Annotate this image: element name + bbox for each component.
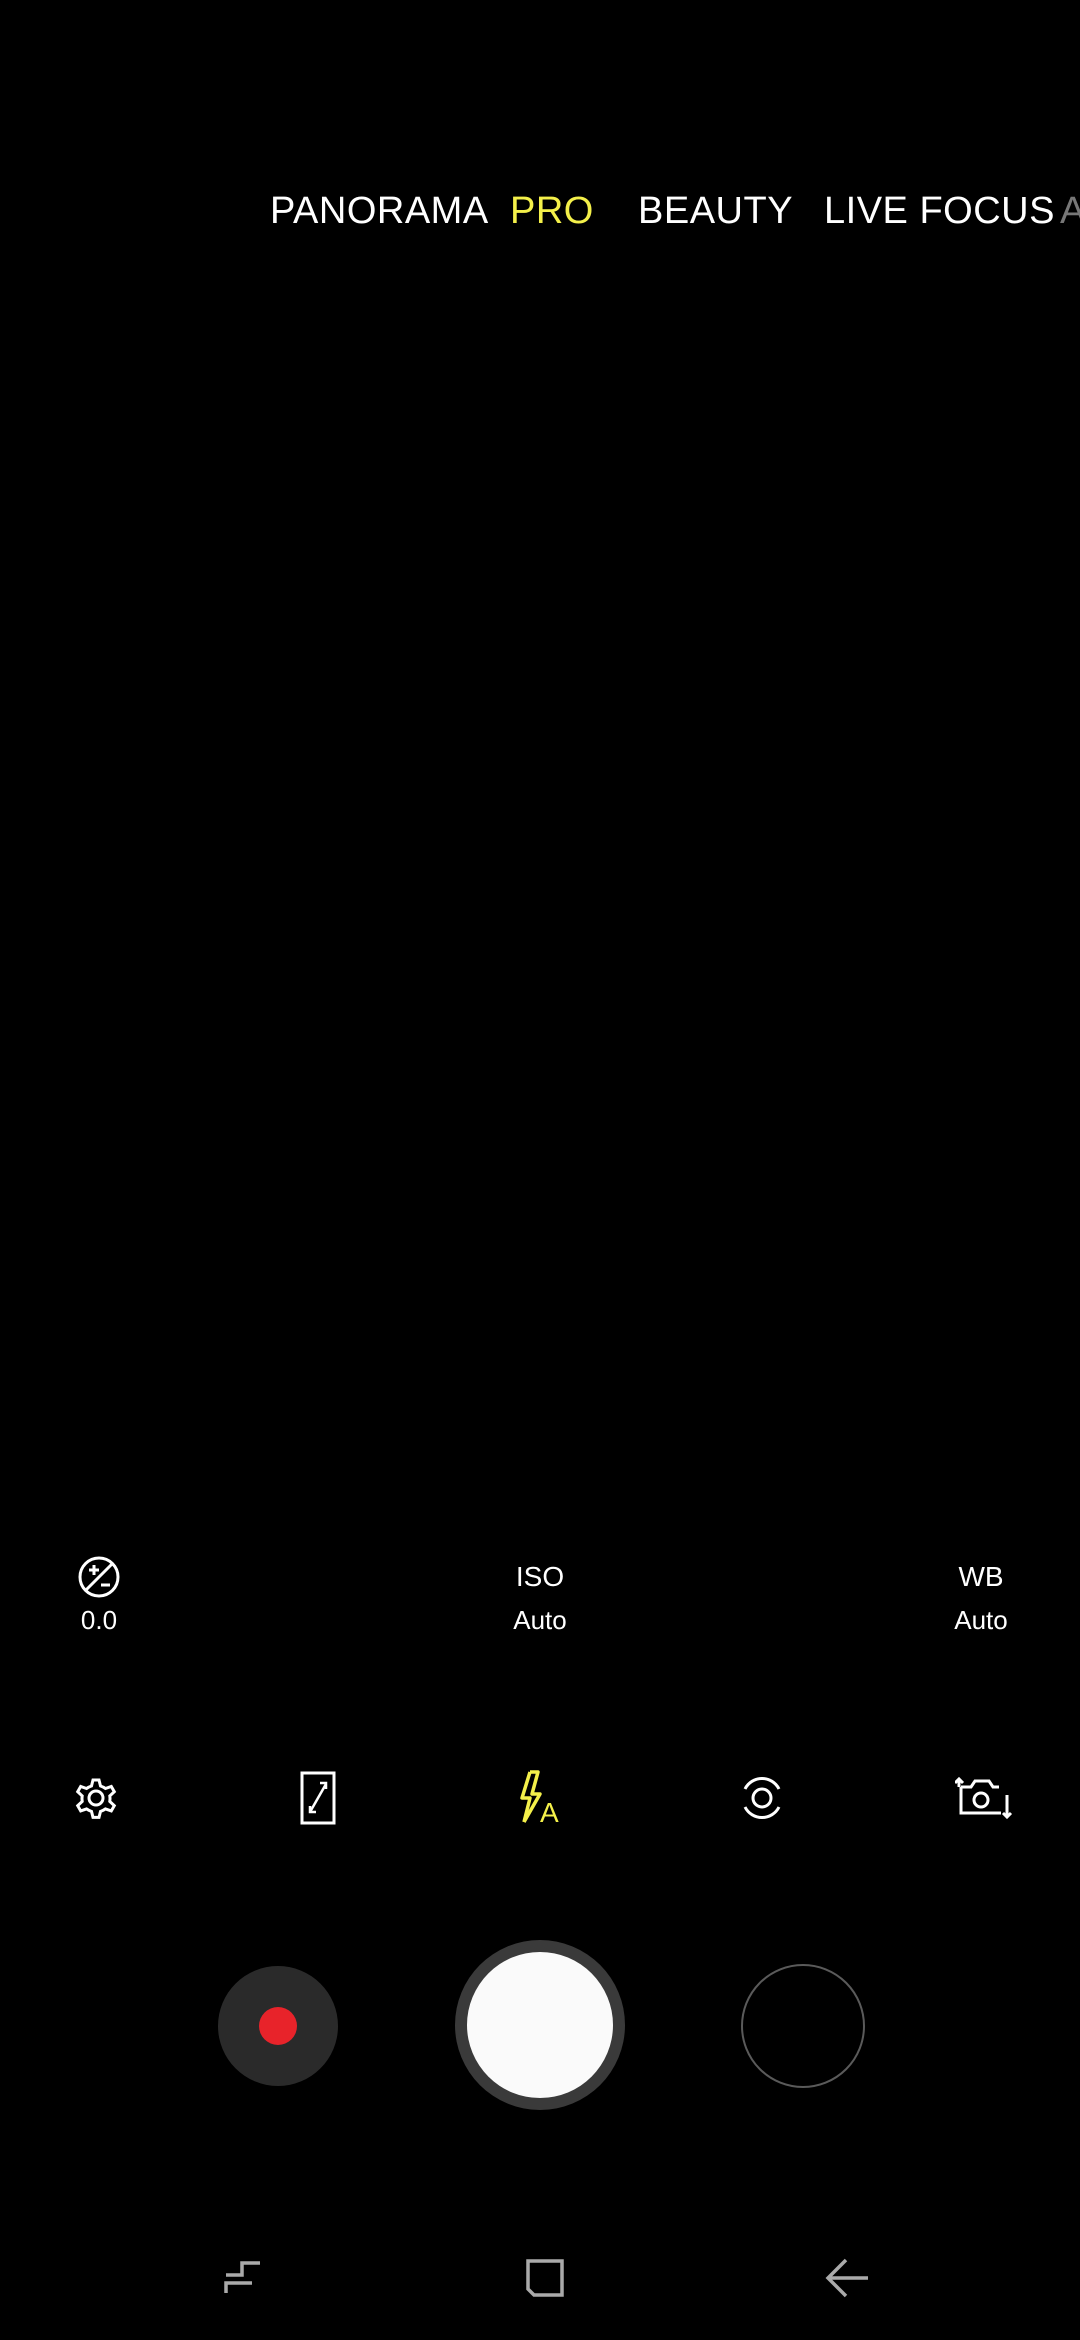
settings-button[interactable] <box>56 1760 136 1840</box>
navigation-bar <box>0 2240 1080 2320</box>
wb-value: Auto <box>954 1605 1008 1635</box>
recents-icon <box>218 2253 268 2308</box>
wb-control[interactable]: WB Auto <box>891 1555 1071 1636</box>
mode-selector: PANORAMA PRO BEAUTY LIVE FOCUS A <box>0 190 1080 260</box>
back-icon <box>822 2253 872 2308</box>
mode-live-focus[interactable]: LIVE FOCUS <box>824 190 1055 233</box>
camera-effects-icon <box>737 1773 787 1828</box>
exposure-control[interactable]: 0.0 <box>9 1555 189 1636</box>
home-button[interactable] <box>500 2240 590 2320</box>
pro-controls: 0.0 ISO Auto WB Auto <box>0 1555 1080 1665</box>
exposure-value: 0.0 <box>80 1605 118 1635</box>
effects-button[interactable] <box>722 1760 802 1840</box>
record-dot-icon <box>259 2007 297 2045</box>
aspect-ratio-button[interactable] <box>278 1760 358 1840</box>
exposure-icon <box>9 1555 189 1599</box>
aspect-ratio-icon <box>298 1770 338 1831</box>
back-button[interactable] <box>802 2240 892 2320</box>
switch-camera-button[interactable] <box>944 1760 1024 1840</box>
iso-control[interactable]: ISO Auto <box>450 1555 630 1636</box>
gallery-thumbnail[interactable] <box>741 1964 865 2088</box>
home-icon <box>520 2253 570 2308</box>
quick-settings-bar: A <box>0 1760 1080 1850</box>
record-video-button[interactable] <box>218 1966 338 2086</box>
flash-button[interactable]: A <box>500 1760 580 1840</box>
recents-button[interactable] <box>198 2240 288 2320</box>
mode-pro[interactable]: PRO <box>510 190 594 233</box>
gear-icon <box>70 1772 122 1829</box>
switch-camera-icon <box>953 1773 1013 1828</box>
mode-panorama[interactable]: PANORAMA <box>270 190 489 233</box>
mode-next-partial[interactable]: A <box>1060 190 1080 233</box>
shutter-row <box>0 1940 1080 2110</box>
iso-value: Auto <box>513 1605 567 1635</box>
svg-text:A: A <box>540 1797 559 1826</box>
mode-beauty[interactable]: BEAUTY <box>638 190 793 233</box>
iso-label: ISO <box>515 1561 565 1592</box>
shutter-inner <box>467 1952 613 2098</box>
wb-label: WB <box>958 1561 1004 1592</box>
shutter-button[interactable] <box>455 1940 625 2110</box>
flash-auto-icon: A <box>516 1769 564 1831</box>
